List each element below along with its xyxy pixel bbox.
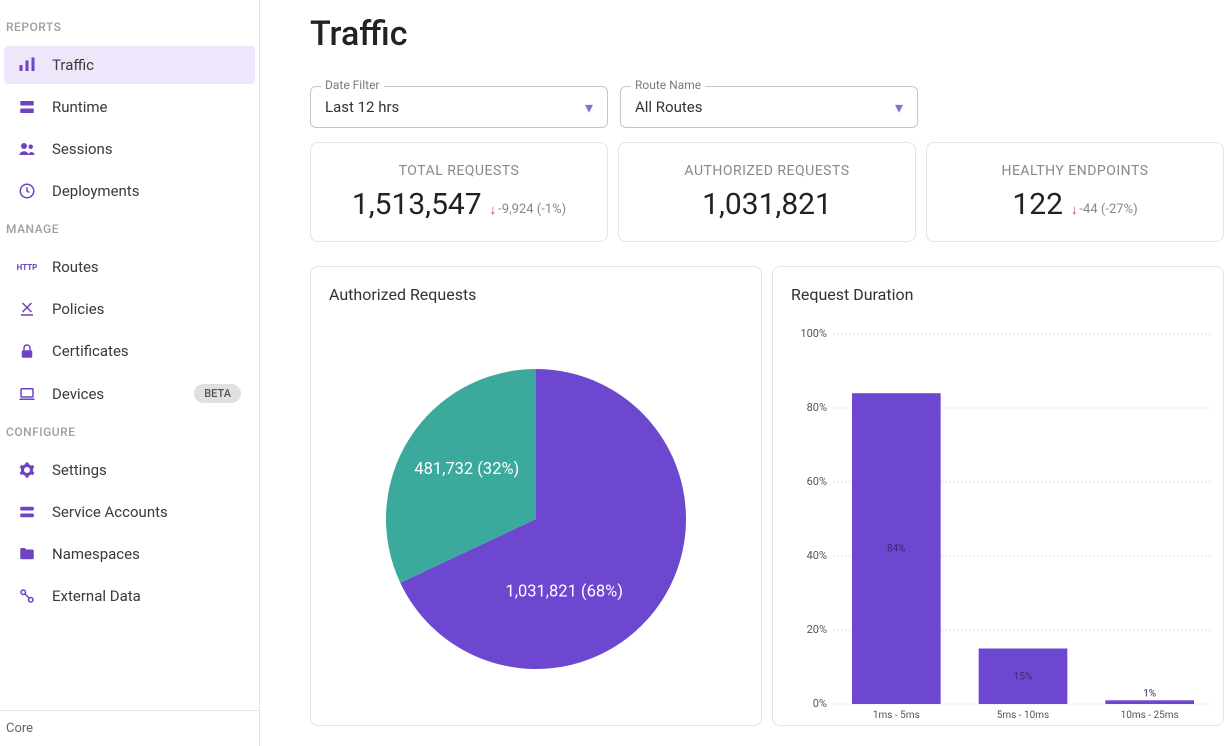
svg-text:1ms - 5ms: 1ms - 5ms (873, 710, 920, 721)
route-name-select[interactable]: Route Name All Routes ▾ (620, 86, 918, 128)
stat-card-total-requests: TOTAL REQUESTS 1,513,547 ↓ -9,924 (-1%) (310, 142, 608, 242)
svg-text:84%: 84% (887, 544, 906, 555)
http-icon: HTTP (18, 258, 36, 276)
gear-icon (18, 461, 36, 479)
stat-title: TOTAL REQUESTS (399, 163, 520, 179)
bar-chart-svg: 0% 20% 40% 60% 80% 100% 84% 1ms - 5ms 15% 5ms - 1… (793, 324, 1223, 724)
sidebar-item-label: Runtime (52, 98, 107, 116)
beta-badge: BETA (194, 384, 241, 403)
policy-icon (18, 300, 36, 318)
date-filter-label: Date Filter (321, 78, 384, 92)
authorized-requests-chart: Authorized Requests 481,732 (32%) 1,031,8… (310, 266, 762, 726)
sidebar-section-configure: CONFIGURE (0, 415, 259, 449)
sidebar-item-sessions[interactable]: Sessions (4, 130, 255, 168)
sidebar-section-reports: REPORTS (0, 10, 259, 44)
sidebar-item-label: Deployments (52, 182, 139, 200)
svg-text:100%: 100% (800, 327, 827, 340)
sidebar-item-settings[interactable]: Settings (4, 451, 255, 489)
sidebar-item-routes[interactable]: HTTP Routes (4, 248, 255, 286)
pie-chart-svg: 481,732 (32%) 1,031,821 (68%) (386, 369, 686, 669)
sidebar-item-label: Namespaces (52, 545, 140, 563)
arrow-down-icon: ↓ (490, 202, 497, 218)
chevron-down-icon: ▾ (585, 98, 593, 117)
route-name-label: Route Name (631, 78, 705, 92)
route-name-value: All Routes (635, 98, 895, 116)
sidebar-item-label: Sessions (52, 140, 113, 158)
sidebar-item-deployments[interactable]: Deployments (4, 172, 255, 210)
svg-text:481,732 (32%): 481,732 (32%) (414, 460, 519, 479)
sidebar-item-label: External Data (52, 587, 141, 605)
stat-title: AUTHORIZED REQUESTS (684, 163, 849, 179)
stat-value: 122 (1012, 187, 1063, 222)
sidebar-item-label: Service Accounts (52, 503, 168, 521)
chart-title: Request Duration (773, 267, 1223, 304)
sidebar-item-label: Devices (52, 385, 104, 403)
page-title: Traffic (310, 14, 1226, 54)
sidebar-item-certificates[interactable]: Certificates (4, 332, 255, 370)
sidebar-item-label: Traffic (52, 56, 94, 74)
stat-title: HEALTHY ENDPOINTS (1001, 163, 1148, 179)
svg-text:40%: 40% (807, 549, 827, 562)
sidebar: REPORTS Traffic Runtime Sessions Deploym… (0, 0, 260, 746)
filters-row: Date Filter Last 12 hrs ▾ Route Name All… (310, 86, 1226, 128)
sidebar-item-external-data[interactable]: External Data (4, 577, 255, 615)
sidebar-item-label: Certificates (52, 342, 129, 360)
svg-text:15%: 15% (1014, 671, 1033, 682)
chevron-down-icon: ▾ (895, 98, 903, 117)
stat-card-healthy-endpoints: HEALTHY ENDPOINTS 122 ↓ -44 (-27%) (926, 142, 1224, 242)
date-filter-value: Last 12 hrs (325, 98, 585, 116)
stat-card-authorized-requests: AUTHORIZED REQUESTS 1,031,821 (618, 142, 916, 242)
sidebar-item-policies[interactable]: Policies (4, 290, 255, 328)
svg-text:0%: 0% (813, 697, 827, 710)
stat-cards: TOTAL REQUESTS 1,513,547 ↓ -9,924 (-1%) … (310, 142, 1226, 242)
sidebar-item-label: Settings (52, 461, 107, 479)
stat-delta: ↓ -9,924 (-1%) (490, 202, 567, 218)
stat-value: 1,031,821 (702, 187, 832, 222)
sidebar-section-manage: MANAGE (0, 212, 259, 246)
sidebar-item-namespaces[interactable]: Namespaces (4, 535, 255, 573)
history-icon (18, 182, 36, 200)
svg-text:20%: 20% (807, 623, 827, 636)
chart-title: Authorized Requests (311, 267, 761, 304)
svg-text:1,031,821 (68%): 1,031,821 (68%) (505, 583, 623, 602)
main: Traffic Date Filter Last 12 hrs ▾ Route … (260, 0, 1226, 746)
lock-icon (18, 342, 36, 360)
sidebar-footer: Core (0, 710, 259, 746)
sidebar-item-label: Routes (52, 258, 99, 276)
bar-chart-icon (18, 56, 36, 74)
accounts-icon (18, 503, 36, 521)
svg-text:60%: 60% (807, 475, 827, 488)
stat-delta: ↓ -44 (-27%) (1071, 202, 1138, 218)
users-icon (18, 140, 36, 158)
svg-text:1%: 1% (1143, 688, 1156, 699)
stat-value: 1,513,547 (352, 187, 482, 222)
arrow-down-icon: ↓ (1071, 202, 1078, 218)
folder-icon (18, 545, 36, 563)
sidebar-item-label: Policies (52, 300, 104, 318)
svg-text:5ms - 10ms: 5ms - 10ms (997, 710, 1049, 721)
sidebar-item-service-accounts[interactable]: Service Accounts (4, 493, 255, 531)
svg-text:10ms - 25ms: 10ms - 25ms (1121, 710, 1179, 721)
svg-text:80%: 80% (807, 401, 827, 414)
external-icon (18, 587, 36, 605)
server-icon (18, 98, 36, 116)
charts-row: Authorized Requests 481,732 (32%) 1,031,8… (310, 266, 1226, 726)
sidebar-item-traffic[interactable]: Traffic (4, 46, 255, 84)
laptop-icon (18, 385, 36, 403)
request-duration-chart: Request Duration 0% 20% 40% 60% 80% 100% 84% 1m… (772, 266, 1224, 726)
sidebar-item-runtime[interactable]: Runtime (4, 88, 255, 126)
date-filter-select[interactable]: Date Filter Last 12 hrs ▾ (310, 86, 608, 128)
sidebar-item-devices[interactable]: Devices BETA (4, 374, 255, 413)
